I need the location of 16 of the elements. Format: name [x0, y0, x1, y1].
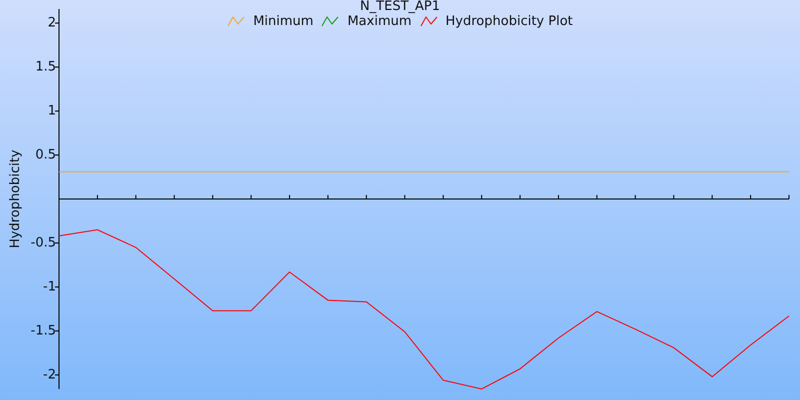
zigzag-icon	[420, 16, 438, 27]
tick-label: -2	[43, 367, 56, 382]
tick-label: 1	[48, 104, 56, 119]
tick-label: 2	[48, 16, 56, 31]
chart-title: N_TEST_AP1	[360, 0, 440, 14]
tick-label: -1.5	[30, 323, 56, 338]
legend-label: Maximum	[347, 14, 412, 29]
legend-label: Minimum	[253, 14, 314, 29]
tick-label: 0.5	[35, 148, 56, 163]
tick-label: -1	[43, 279, 56, 294]
legend-label: Hydrophobicity Plot	[446, 14, 573, 29]
axis-title: Hydrophobicity	[8, 150, 23, 248]
tick-label: -0.5	[30, 235, 56, 250]
zigzag-icon	[227, 16, 246, 27]
tick-label: 1.5	[35, 60, 56, 75]
zigzag-icon	[321, 16, 340, 27]
